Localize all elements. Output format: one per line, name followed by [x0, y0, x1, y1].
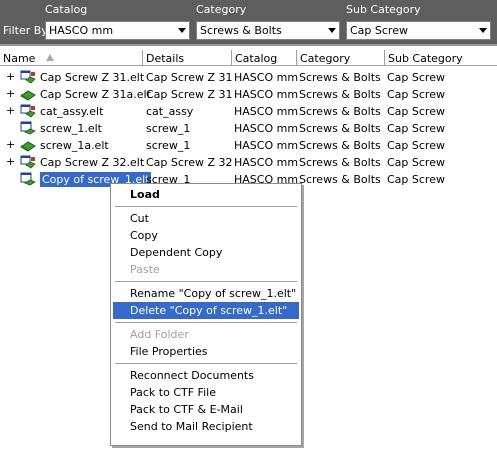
menu-item-load[interactable]: Load [113, 186, 299, 203]
row-details: Cap Screw Z 31 [146, 88, 233, 101]
menu-item-file-properties[interactable]: File Properties [113, 343, 299, 360]
row-category: Screws & Bolts [299, 173, 381, 186]
part-icon [20, 172, 36, 186]
row-sub-category: Cap Screw [387, 139, 445, 152]
row-sub-category: Cap Screw [387, 105, 445, 118]
row-category: Screws & Bolts [299, 105, 381, 118]
menu-item-delete[interactable]: Delete "Copy of screw_1.elt" [113, 302, 299, 319]
catalog-select[interactable]: HASCO mm [45, 21, 190, 40]
row-catalog: HASCO mm [234, 156, 299, 169]
sub-category-select-value: Cap Screw [350, 24, 408, 37]
row-name[interactable]: Cap Screw Z 31a.elt [40, 88, 151, 101]
row-sub-category: Cap Screw [387, 173, 445, 186]
expand-icon[interactable]: + [6, 155, 15, 168]
table-row[interactable]: + Cap Screw Z 32.elt Cap Screw Z 32 HASCO m… [0, 154, 497, 171]
assembly-icon [20, 155, 36, 169]
row-name[interactable]: cat_assy.elt [40, 105, 103, 118]
row-details: screw_1 [146, 139, 191, 152]
catalog-select-value: HASCO mm [49, 24, 114, 37]
column-header-catalog[interactable]: Catalog [232, 50, 297, 66]
row-name[interactable]: Cap Screw Z 32.elt [40, 156, 144, 169]
row-category: Screws & Bolts [299, 122, 381, 135]
category-header: Category [196, 3, 247, 16]
menu-separator [115, 322, 297, 323]
menu-item-rename[interactable]: Rename "Copy of screw_1.elt" [113, 285, 299, 302]
chevron-down-icon[interactable] [324, 22, 339, 39]
part-green-icon [20, 87, 36, 101]
row-sub-category: Cap Screw [387, 71, 445, 84]
table-row[interactable]: screw_1.elt screw_1 HASCO mm Screws & Bolts… [0, 120, 497, 137]
part-green-icon [20, 138, 36, 152]
table-row[interactable]: + screw_1a.elt screw_1 HASCO mm Screws & Bol… [0, 137, 497, 154]
row-catalog: HASCO mm [234, 88, 299, 101]
column-header-details[interactable]: Details [143, 50, 232, 66]
menu-item-copy[interactable]: Copy [113, 227, 299, 244]
menu-item-cut[interactable]: Cut [113, 210, 299, 227]
expand-icon[interactable]: + [6, 70, 15, 83]
menu-separator [115, 206, 297, 207]
expand-icon[interactable]: + [6, 104, 15, 117]
row-catalog: HASCO mm [234, 139, 299, 152]
menu-item-add-folder: Add Folder [130, 328, 189, 341]
row-catalog: HASCO mm [234, 71, 299, 84]
row-details: Cap Screw Z 31 [146, 71, 233, 84]
sub-category-select[interactable]: Cap Screw [346, 21, 491, 40]
column-header-sub-category[interactable]: Sub Category [385, 50, 497, 66]
table-row[interactable]: + Cap Screw Z 31.elt Cap Screw Z 31 HASCO m… [0, 69, 497, 86]
sub-category-header: Sub Category [346, 3, 421, 16]
row-details: cat_assy [146, 105, 194, 118]
catalog-header: Catalog [45, 3, 88, 16]
row-catalog: HASCO mm [234, 105, 299, 118]
expand-icon[interactable]: + [6, 138, 15, 151]
assembly-icon [20, 70, 36, 84]
chevron-down-icon[interactable] [475, 22, 490, 39]
row-category: Screws & Bolts [299, 71, 381, 84]
menu-separator [115, 363, 297, 364]
row-details: screw_1 [146, 122, 191, 135]
row-name[interactable]: screw_1a.elt [40, 139, 109, 152]
menu-item-reconnect-documents[interactable]: Reconnect Documents [113, 367, 299, 384]
filter-bar: Catalog Category Sub Category Filter By … [0, 0, 497, 44]
row-sub-category: Cap Screw [387, 88, 445, 101]
assembly-icon [20, 104, 36, 118]
row-name[interactable]: Cap Screw Z 31.elt [40, 71, 144, 84]
column-headers: Name Details Catalog Category Sub Catego… [0, 50, 497, 67]
category-select-value: Screws & Bolts [200, 24, 282, 37]
column-header-category[interactable]: Category [297, 50, 385, 66]
menu-item-paste: Paste [130, 263, 160, 276]
table-row[interactable]: + cat_assy.elt cat_assy HASCO mm Screws & Bo… [0, 103, 497, 120]
context-menu: Load Cut Copy Dependent Copy Paste Rename "Co… [110, 183, 302, 446]
menu-separator [115, 281, 297, 282]
row-name[interactable]: screw_1.elt [40, 122, 102, 135]
row-sub-category: Cap Screw [387, 156, 445, 169]
column-header-name[interactable]: Name [0, 50, 143, 66]
row-sub-category: Cap Screw [387, 122, 445, 135]
row-category: Screws & Bolts [299, 156, 381, 169]
table-row[interactable]: + Cap Screw Z 31a.elt Cap Screw Z 31 HASCO … [0, 86, 497, 103]
category-select[interactable]: Screws & Bolts [196, 21, 340, 40]
row-category: Screws & Bolts [299, 88, 381, 101]
row-details: Cap Screw Z 32 [146, 156, 233, 169]
expand-icon[interactable]: + [6, 87, 15, 100]
menu-item-send-to-mail-recipient[interactable]: Send to Mail Recipient [113, 418, 299, 435]
row-catalog: HASCO mm [234, 122, 299, 135]
menu-item-pack-to-ctf-file[interactable]: Pack to CTF File [113, 384, 299, 401]
row-category: Screws & Bolts [299, 139, 381, 152]
column-header-label: Name [3, 52, 36, 65]
menu-item-pack-to-ctf-e-mail[interactable]: Pack to CTF & E-Mail [113, 401, 299, 418]
chevron-down-icon[interactable] [174, 22, 189, 39]
menu-item-dependent-copy[interactable]: Dependent Copy [113, 244, 299, 261]
filter-by-label: Filter By [3, 24, 48, 37]
sort-ascending-icon [46, 54, 54, 61]
part-icon [20, 121, 36, 135]
